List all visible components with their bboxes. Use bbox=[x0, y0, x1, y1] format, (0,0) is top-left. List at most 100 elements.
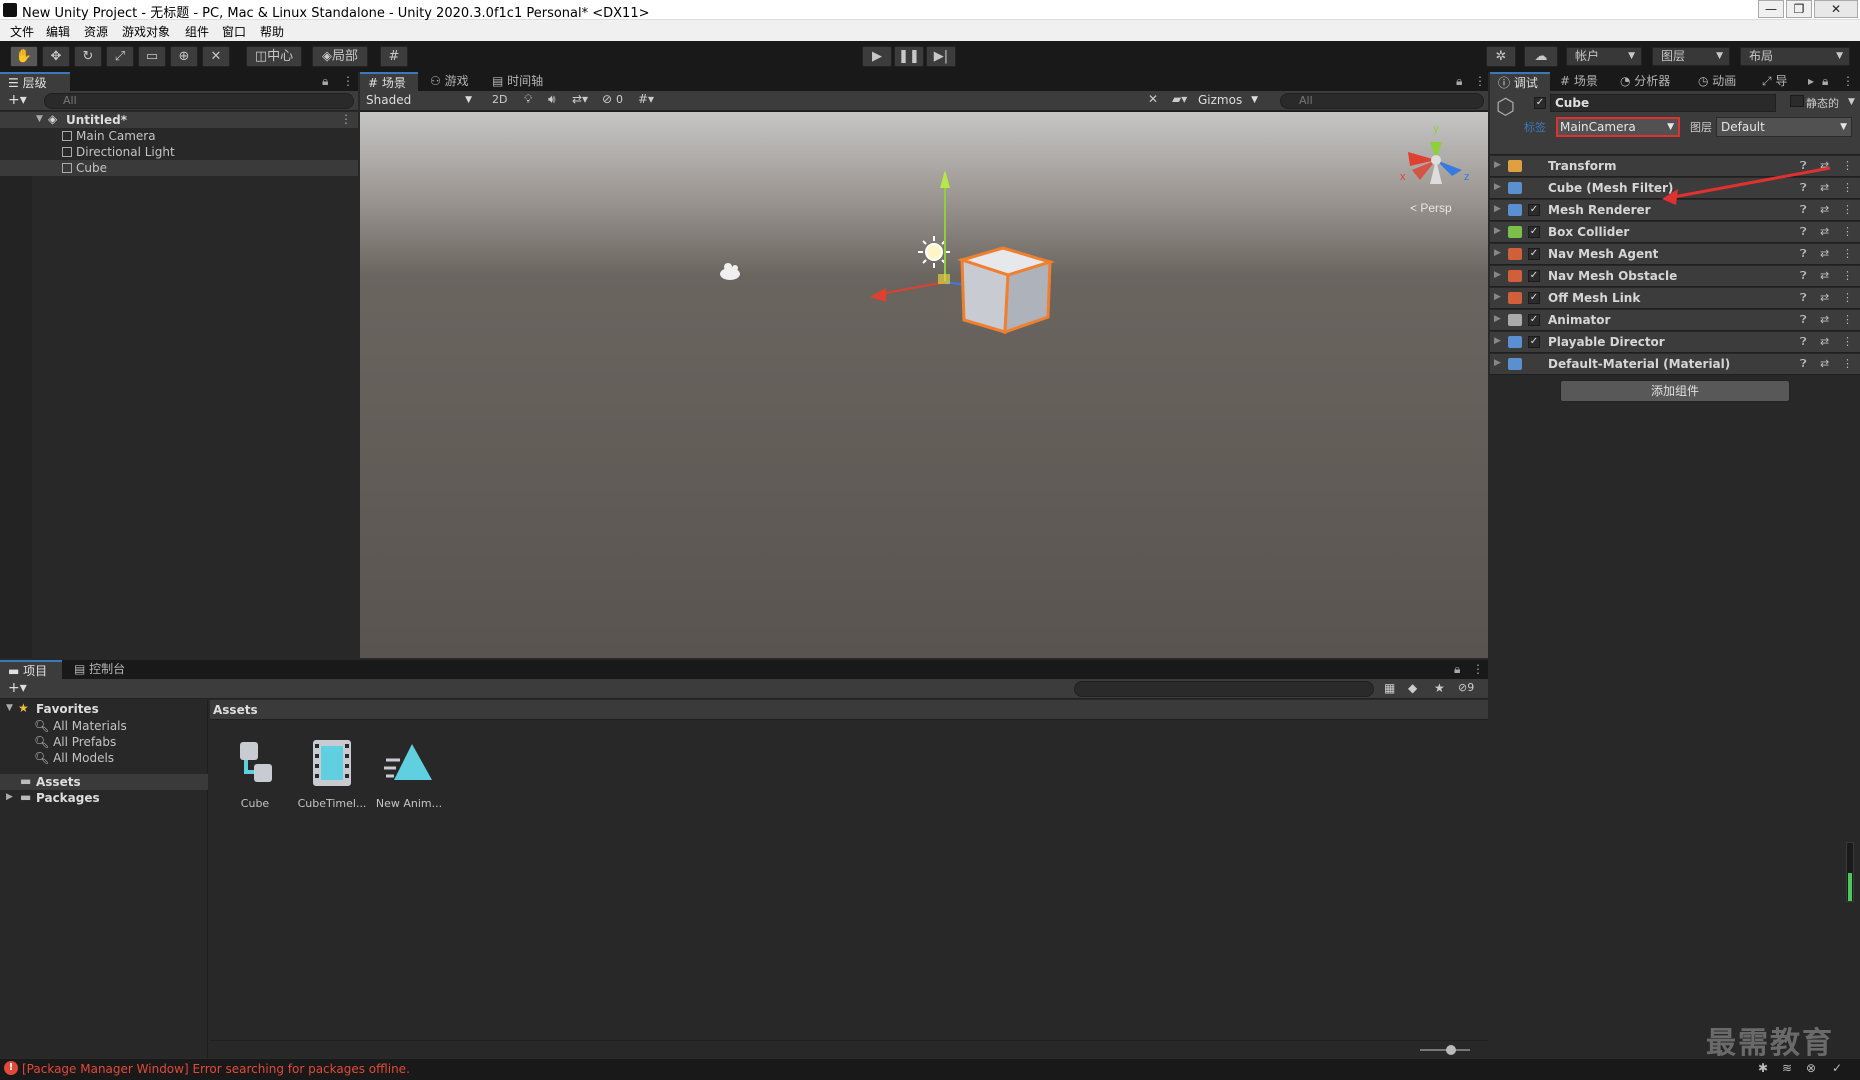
effects-toggle-icon[interactable]: ⇄▾ bbox=[572, 92, 588, 106]
camera-settings-icon[interactable]: ▰▾ bbox=[1172, 92, 1187, 106]
scene-menu-icon[interactable]: ⋮ bbox=[340, 112, 352, 126]
component-enabled-checkbox[interactable]: ✓ bbox=[1528, 336, 1540, 348]
expand-arrow-icon[interactable]: ▼ bbox=[36, 114, 43, 124]
add-icon[interactable]: +▾ bbox=[8, 680, 27, 696]
component-enabled-checkbox[interactable]: ✓ bbox=[1528, 270, 1540, 282]
search-by-label-icon[interactable]: ◆ bbox=[1408, 681, 1417, 695]
component-enabled-checkbox[interactable]: ✓ bbox=[1528, 292, 1540, 304]
presets-icon[interactable]: ⇄ bbox=[1820, 269, 1829, 282]
toggle-2d-button[interactable]: 2D bbox=[492, 93, 507, 106]
tab-timeline[interactable]: ▤ 时间轴 bbox=[484, 72, 554, 91]
hierarchy-item-cube[interactable]: Cube bbox=[62, 160, 107, 176]
help-icon[interactable]: ❓︎ bbox=[1800, 335, 1807, 349]
add-icon[interactable]: +▾ bbox=[8, 92, 27, 108]
scrollbar[interactable] bbox=[1846, 842, 1854, 902]
bug-report-icon[interactable]: ✱ bbox=[1758, 1061, 1768, 1075]
expand-arrow-icon[interactable]: ▶ bbox=[1494, 358, 1501, 368]
zoom-slider-track[interactable] bbox=[1420, 1049, 1470, 1051]
minimize-button[interactable]: — bbox=[1758, 0, 1784, 18]
favorite-star-icon[interactable]: ★ bbox=[1434, 681, 1445, 695]
hidden-objects-icon[interactable]: ⊘ bbox=[602, 92, 612, 106]
tab-game[interactable]: ⚇ 游戏 bbox=[422, 72, 480, 91]
expand-arrow-icon[interactable]: ▶ bbox=[6, 792, 13, 802]
pivot-center-button[interactable]: ◫中心 bbox=[246, 46, 302, 67]
cube-object[interactable] bbox=[956, 246, 1056, 335]
more-menu-icon[interactable]: ⋮ bbox=[342, 74, 354, 88]
lock-icon[interactable]: 🔒︎ bbox=[322, 74, 328, 89]
favorite-item-materials[interactable]: 🔍︎ All Materials bbox=[34, 718, 127, 734]
help-icon[interactable]: ❓︎ bbox=[1800, 313, 1807, 327]
expand-arrow-icon[interactable]: ▶ bbox=[1494, 314, 1501, 324]
component-enabled-checkbox[interactable]: ✓ bbox=[1528, 248, 1540, 260]
folder-row-assets[interactable]: ▬ Assets bbox=[0, 774, 208, 790]
auto-generate-lighting-icon[interactable]: ✓ bbox=[1832, 1061, 1842, 1075]
component-enabled-checkbox[interactable]: ✓ bbox=[1528, 314, 1540, 326]
favorite-item-prefabs[interactable]: 🔍︎ All Prefabs bbox=[34, 734, 116, 750]
asset-new-animation[interactable]: New Anim... bbox=[374, 736, 444, 810]
move-tool-icon[interactable]: ✥ bbox=[42, 46, 70, 67]
context-menu-icon[interactable]: ⋮ bbox=[1842, 269, 1853, 282]
breadcrumb-assets[interactable]: Assets bbox=[213, 703, 258, 717]
favorites-label[interactable]: Favorites bbox=[36, 702, 99, 716]
rect-tool-icon[interactable]: ▭ bbox=[138, 46, 166, 67]
audio-toggle-icon[interactable]: 🔊︎ bbox=[548, 92, 556, 107]
status-error-message[interactable]: [Package Manager Window] Error searching… bbox=[22, 1062, 410, 1076]
expand-arrow-icon[interactable]: ▶ bbox=[1494, 336, 1501, 346]
component-row[interactable]: ▶ ✓ Nav Mesh Agent ❓︎ ⇄ ⋮ bbox=[1490, 244, 1860, 265]
context-menu-icon[interactable]: ⋮ bbox=[1842, 291, 1853, 304]
menu-help[interactable]: 帮助 bbox=[260, 23, 284, 40]
hand-tool-icon[interactable]: ✋ bbox=[10, 46, 38, 67]
lighting-toggle-icon[interactable]: 💡︎ bbox=[524, 92, 532, 107]
presets-icon[interactable]: ⇄ bbox=[1820, 313, 1829, 326]
component-row[interactable]: ▶ ✓ Animator ❓︎ ⇄ ⋮ bbox=[1490, 310, 1860, 331]
progress-icon[interactable]: ≋ bbox=[1782, 1061, 1792, 1075]
shading-mode-dropdown[interactable]: Shaded ▼ bbox=[364, 92, 476, 109]
transform-tool-icon[interactable]: ⊕ bbox=[170, 46, 198, 67]
custom-tool-icon[interactable]: ✕ bbox=[202, 46, 230, 67]
expand-arrow-icon[interactable]: ▶ bbox=[1494, 292, 1501, 302]
asset-cube-timeline[interactable]: CubeTimel... bbox=[297, 736, 367, 810]
cache-server-icon[interactable]: ⊗ bbox=[1806, 1061, 1816, 1075]
menu-gameobject[interactable]: 游戏对象 bbox=[122, 23, 170, 40]
tab-project[interactable]: ▬ 项目 bbox=[0, 660, 62, 679]
scale-tool-icon[interactable]: ⤢ bbox=[106, 46, 134, 67]
more-menu-icon[interactable]: ⋮ bbox=[1472, 662, 1484, 676]
scrollbar-thumb[interactable] bbox=[1848, 873, 1852, 901]
hierarchy-item-directional-light[interactable]: Directional Light bbox=[62, 144, 175, 160]
presets-icon[interactable]: ⇄ bbox=[1820, 357, 1829, 370]
menu-component[interactable]: 组件 bbox=[185, 23, 209, 40]
more-menu-icon[interactable]: ⋮ bbox=[1474, 74, 1486, 88]
expand-arrow-icon[interactable]: ▶ bbox=[1494, 248, 1501, 258]
help-icon[interactable]: ❓︎ bbox=[1800, 269, 1807, 283]
scene-search-input[interactable]: All bbox=[1280, 93, 1484, 109]
layout-dropdown[interactable]: 布局 ▼ bbox=[1740, 47, 1850, 66]
lock-icon[interactable]: 🔒︎ bbox=[1454, 662, 1460, 677]
search-by-type-icon[interactable]: ▦ bbox=[1384, 681, 1395, 695]
context-menu-icon[interactable]: ⋮ bbox=[1842, 247, 1853, 260]
favorite-item-models[interactable]: 🔍︎ All Models bbox=[34, 750, 114, 766]
presets-icon[interactable]: ⇄ bbox=[1820, 291, 1829, 304]
help-icon[interactable]: ❓︎ bbox=[1800, 357, 1807, 371]
help-icon[interactable]: ❓︎ bbox=[1800, 291, 1807, 305]
step-button[interactable]: ▶| bbox=[926, 46, 956, 67]
collab-icon[interactable]: ✲ bbox=[1486, 46, 1516, 67]
gizmos-dropdown[interactable]: Gizmos ▼ bbox=[1198, 92, 1260, 109]
play-button[interactable]: ▶ bbox=[862, 46, 892, 67]
pivot-local-button[interactable]: ◈局部 bbox=[312, 46, 368, 67]
menu-window[interactable]: 窗口 bbox=[222, 23, 246, 40]
rotate-tool-icon[interactable]: ↻ bbox=[74, 46, 102, 67]
presets-icon[interactable]: ⇄ bbox=[1820, 247, 1829, 260]
tab-hierarchy[interactable]: ☰ 层级 bbox=[0, 72, 70, 91]
menu-edit[interactable]: 编辑 bbox=[46, 23, 70, 40]
hidden-packages-toggle[interactable]: ⊘9 bbox=[1458, 681, 1474, 694]
zoom-slider-thumb[interactable] bbox=[1446, 1045, 1456, 1055]
context-menu-icon[interactable]: ⋮ bbox=[1842, 313, 1853, 326]
folder-row-packages[interactable]: ▶ ▬ Packages bbox=[0, 790, 208, 806]
component-row[interactable]: ▶ ✓ Playable Director ❓︎ ⇄ ⋮ bbox=[1490, 332, 1860, 353]
maximize-button[interactable]: ❐ bbox=[1786, 0, 1812, 18]
scene-row[interactable]: ▼ ◈ Untitled* ⋮ bbox=[0, 112, 358, 128]
asset-cube[interactable]: Cube bbox=[220, 736, 290, 810]
lock-icon[interactable]: 🔒︎ bbox=[1456, 74, 1462, 89]
scene-viewport[interactable]: y x z < Persp bbox=[360, 112, 1488, 658]
pause-button[interactable]: ❚❚ bbox=[894, 46, 924, 67]
